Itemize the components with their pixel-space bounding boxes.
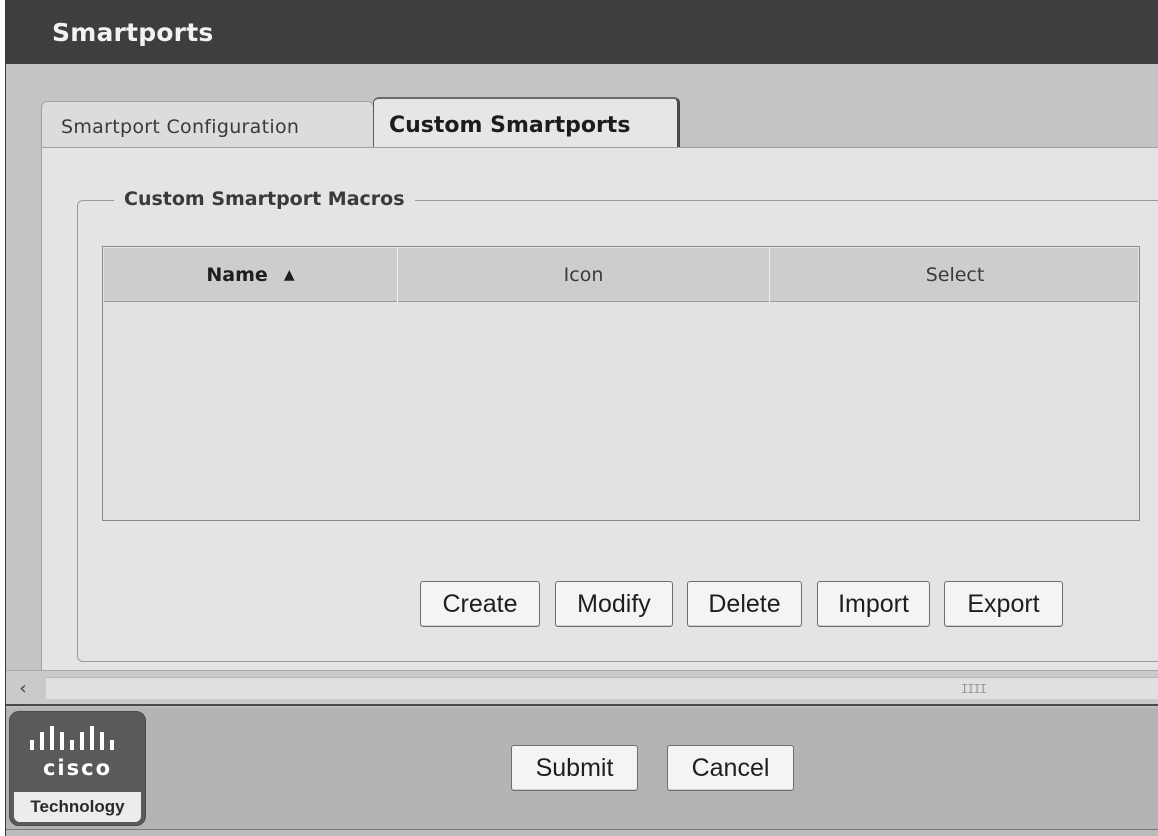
column-label: Name <box>206 264 268 286</box>
title-bar: Smartports <box>6 0 1158 64</box>
cisco-logo: cisco Technology <box>9 711 146 826</box>
column-header-name[interactable]: Name ▲ <box>104 248 398 302</box>
smartports-window: Smartports Smartport Configuration Custo… <box>5 0 1158 836</box>
column-header-icon[interactable]: Icon <box>398 248 770 302</box>
column-header-select[interactable]: Select <box>770 248 1140 302</box>
macros-table: Name ▲ Icon Select <box>102 246 1140 521</box>
scroll-left-icon[interactable]: ‹ <box>8 677 38 699</box>
cisco-bars-icon <box>30 726 114 750</box>
scroll-track[interactable]: IIII <box>46 677 1158 699</box>
import-button[interactable]: Import <box>817 581 930 627</box>
group-legend: Custom Smartport Macros <box>114 188 415 210</box>
window-title: Smartports <box>52 18 214 47</box>
cancel-button[interactable]: Cancel <box>667 745 794 791</box>
create-button[interactable]: Create <box>420 581 540 627</box>
logo-caption: Technology <box>14 792 141 822</box>
column-label: Select <box>925 264 985 286</box>
tab-smartport-configuration[interactable]: Smartport Configuration <box>41 101 374 147</box>
footer-bar: cisco Technology Submit Cancel <box>6 708 1158 830</box>
submit-button[interactable]: Submit <box>511 745 638 791</box>
column-label: Icon <box>563 264 604 286</box>
sort-ascending-icon: ▲ <box>283 267 295 283</box>
scroll-grip-icon[interactable]: IIII <box>961 682 987 696</box>
content-area: Smartport Configuration Custom Smartport… <box>6 64 1158 670</box>
tab-panel: Custom Smartport Macros Name ▲ Icon Sele… <box>41 147 1158 670</box>
tab-label: Custom Smartports <box>389 113 631 138</box>
horizontal-scrollbar[interactable]: ‹ IIII <box>6 670 1158 706</box>
table-header: Name ▲ Icon Select <box>104 248 1138 302</box>
export-button[interactable]: Export <box>944 581 1063 627</box>
tab-custom-smartports[interactable]: Custom Smartports <box>373 97 680 149</box>
custom-macros-group: Custom Smartport Macros Name ▲ Icon Sele… <box>77 188 1158 662</box>
modify-button[interactable]: Modify <box>555 581 673 627</box>
cisco-wordmark: cisco <box>42 756 113 780</box>
tab-label: Smartport Configuration <box>61 116 300 138</box>
delete-button[interactable]: Delete <box>687 581 802 627</box>
